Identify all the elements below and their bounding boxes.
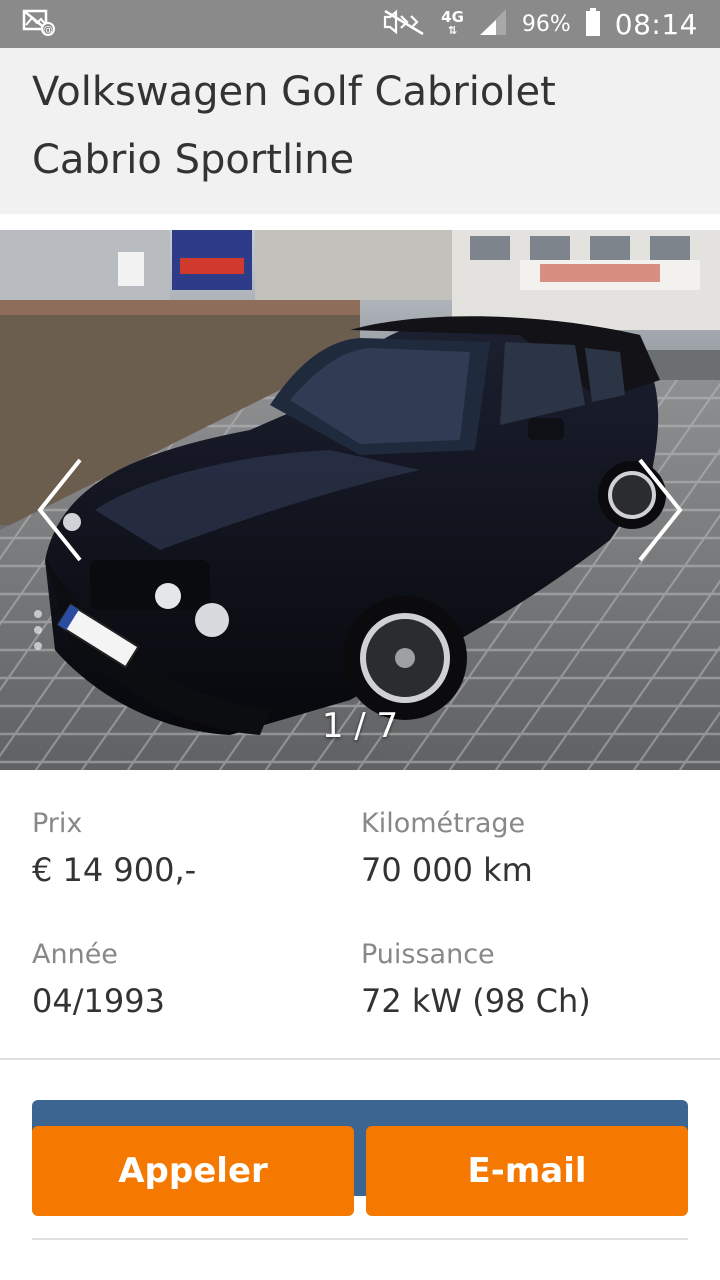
battery-percent: 96% (521, 11, 571, 37)
status-right: 4G ⇅ 96% 08:14 (381, 7, 698, 41)
spec-year: Année 04/1993 (32, 939, 165, 1020)
battery-icon (585, 7, 601, 41)
chevron-left-icon (37, 458, 82, 562)
price-value: € 14 900,- (32, 851, 197, 889)
listing-header: Volkswagen Golf Cabriolet Cabrio Sportli… (0, 48, 720, 214)
mute-icon (381, 7, 427, 41)
status-left: @ (22, 7, 56, 41)
chevron-right-icon (638, 458, 683, 562)
email-button[interactable]: E-mail (366, 1126, 688, 1216)
photo-counter: 1 / 7 (321, 706, 399, 746)
power-value: 72 kW (98 Ch) (361, 982, 591, 1020)
bottom-divider (32, 1238, 688, 1240)
more-options-icon[interactable] (30, 606, 46, 656)
notification-icon: @ (22, 7, 56, 41)
status-bar: @ 4G ⇅ 96% 08:14 (0, 0, 720, 48)
call-button[interactable]: Appeler (32, 1126, 354, 1216)
svg-text:@: @ (43, 25, 53, 36)
network-type: 4G ⇅ (441, 8, 464, 38)
car-photo (0, 230, 720, 770)
spec-price: Prix € 14 900,- (32, 808, 196, 889)
previous-photo-button[interactable] (30, 455, 90, 565)
next-photo-button[interactable] (630, 455, 690, 565)
spec-mileage: Kilométrage 70 000 km (361, 808, 533, 889)
spec-power: Puissance 72 kW (98 Ch) (361, 939, 591, 1020)
signal-icon (478, 7, 508, 41)
price-label: Prix (32, 808, 83, 839)
mileage-value: 70 000 km (361, 851, 533, 889)
spec-grid: Prix € 14 900,- Kilométrage 70 000 km An… (0, 770, 720, 1060)
clock: 08:14 (614, 7, 698, 41)
year-value: 04/1993 (32, 982, 165, 1020)
listing-title-line1: Volkswagen Golf Cabriolet (32, 69, 556, 115)
listing-title-line2: Cabrio Sportline (32, 137, 355, 183)
photo-gallery[interactable]: 1 / 7 (0, 230, 720, 770)
power-label: Puissance (361, 939, 495, 970)
mileage-label: Kilométrage (361, 808, 526, 839)
divider (0, 1058, 720, 1060)
year-label: Année (32, 939, 118, 970)
